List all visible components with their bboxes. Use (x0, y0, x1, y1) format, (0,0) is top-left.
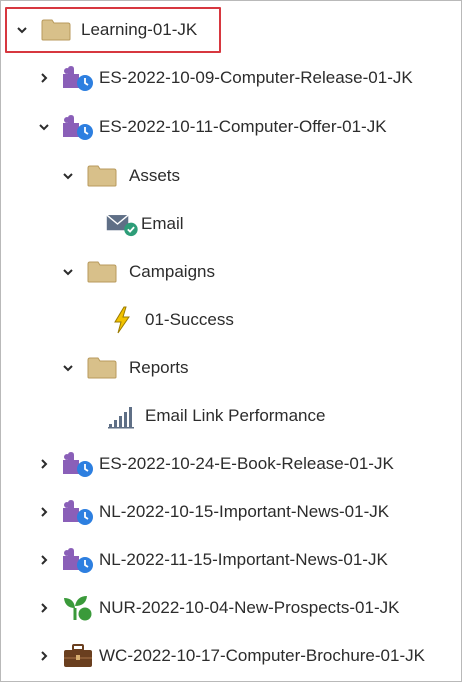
chevron-down-icon[interactable] (37, 120, 51, 134)
folder-icon (85, 162, 119, 190)
chevron-right-icon[interactable] (37, 71, 51, 85)
report-icon (105, 402, 139, 430)
tree-item-label: ES-2022-10-24-E-Book-Release-01-JK (99, 454, 394, 473)
tree-item-label: NL-2022-10-15-Important-News-01-JK (99, 502, 390, 521)
chevron-down-icon[interactable] (61, 265, 75, 279)
tree-item-program[interactable]: ES-2022-10-24-E-Book-Release-01-JK (1, 440, 461, 488)
tree-item-01-success[interactable]: 01-Success (1, 296, 461, 344)
tree-item-label: 01-Success (145, 310, 234, 329)
tree-item-learning-01-jk[interactable]: Learning-01-JK (5, 7, 221, 53)
tree-item-label: Learning-01-JK (81, 20, 198, 39)
chevron-down-icon[interactable] (15, 23, 29, 37)
tree-item-event-program[interactable]: WC-2022-10-17-Computer-Brochure-01-JK (1, 632, 461, 680)
folder-icon (85, 354, 119, 382)
tree-item-label: Campaigns (129, 262, 215, 281)
tree-item-program[interactable]: ES-2022-10-09-Computer-Release-01-JK (1, 54, 461, 102)
chevron-right-icon[interactable] (37, 553, 51, 567)
tree-item-label: Reports (129, 358, 189, 377)
tree-item-label: Email (141, 214, 184, 233)
chevron-right-icon[interactable] (37, 601, 51, 615)
chevron-down-icon[interactable] (61, 169, 75, 183)
scheduled-campaign-icon (61, 546, 95, 574)
chevron-down-icon[interactable] (61, 361, 75, 375)
briefcase-icon (61, 642, 95, 670)
chevron-right-icon[interactable] (37, 505, 51, 519)
tree-item-email-link-performance[interactable]: Email Link Performance (1, 392, 461, 440)
tree-item-nurture-program[interactable]: NUR-2022-10-04-New-Prospects-01-JK (1, 584, 461, 632)
tree-item-label: NUR-2022-10-04-New-Prospects-01-JK (99, 598, 400, 617)
tree-item-label: NL-2022-11-15-Important-News-01-JK (99, 550, 388, 569)
tree-item-label: WC-2022-10-17-Computer-Brochure-01-JK (99, 646, 425, 665)
tree-item-label: Assets (129, 166, 181, 185)
tree-item-reports[interactable]: Reports (1, 344, 461, 392)
tree-item-email[interactable]: Email (1, 200, 461, 248)
scheduled-campaign-icon (61, 113, 95, 141)
tree-item-label: ES-2022-10-09-Computer-Release-01-JK (99, 68, 413, 87)
nurture-icon (61, 594, 95, 622)
tree-item-campaigns[interactable]: Campaigns (1, 248, 461, 296)
scheduled-campaign-icon (61, 498, 95, 526)
tree-item-program[interactable]: NL-2022-11-15-Important-News-01-JK (1, 536, 461, 584)
chevron-right-icon[interactable] (37, 457, 51, 471)
tree-item-program[interactable]: ES-2022-10-11-Computer-Offer-01-JK (1, 103, 461, 151)
scheduled-campaign-icon (61, 64, 95, 92)
tree-item-assets[interactable]: Assets (1, 152, 461, 200)
email-approved-icon (105, 210, 139, 238)
folder-icon (39, 16, 73, 44)
chevron-right-icon[interactable] (37, 649, 51, 663)
trigger-campaign-icon (105, 306, 139, 334)
tree-panel: Learning-01-JK ES-2022-10-09-Computer-Re… (0, 0, 462, 682)
tree-item-label: ES-2022-10-11-Computer-Offer-01-JK (99, 117, 387, 136)
folder-icon (85, 258, 119, 286)
tree-item-label: Email Link Performance (145, 406, 326, 425)
scheduled-campaign-icon (61, 450, 95, 478)
tree-item-program[interactable]: NL-2022-10-15-Important-News-01-JK (1, 488, 461, 536)
